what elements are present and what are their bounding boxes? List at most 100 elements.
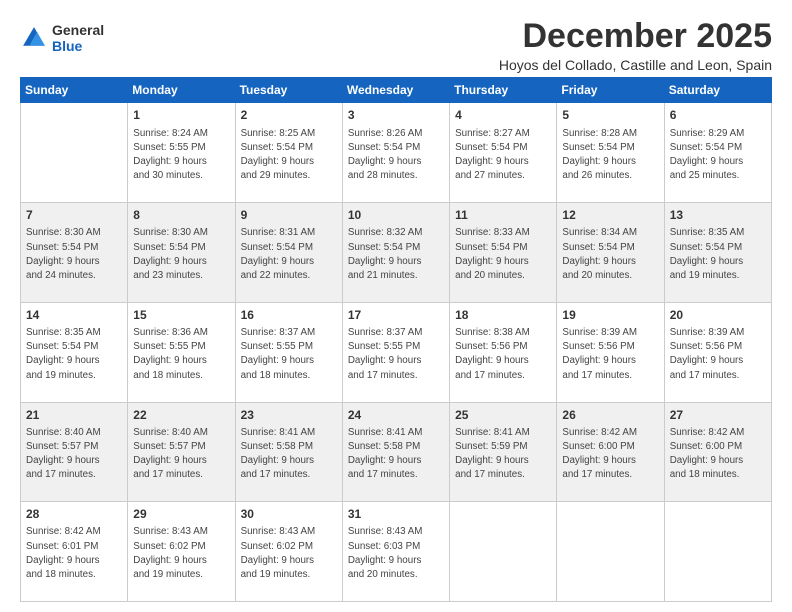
cell-line: Sunset: 5:54 PM bbox=[670, 142, 742, 153]
cell-line: and 18 minutes. bbox=[670, 469, 740, 480]
weekday-header: Monday bbox=[128, 78, 235, 103]
weekday-header: Thursday bbox=[450, 78, 557, 103]
cell-line: Daylight: 9 hours bbox=[133, 455, 207, 466]
cell-line: Sunrise: 8:31 AM bbox=[241, 227, 316, 238]
cell-line: Sunset: 5:54 PM bbox=[562, 142, 634, 153]
cell-line: Sunrise: 8:42 AM bbox=[26, 526, 101, 537]
calendar-table: SundayMondayTuesdayWednesdayThursdayFrid… bbox=[20, 77, 772, 602]
cell-line: Sunset: 5:55 PM bbox=[133, 142, 205, 153]
calendar-cell: 1Sunrise: 8:24 AMSunset: 5:55 PMDaylight… bbox=[128, 103, 235, 203]
day-number: 24 bbox=[348, 407, 444, 423]
cell-line: and 17 minutes. bbox=[241, 469, 311, 480]
cell-line: and 23 minutes. bbox=[133, 270, 203, 281]
cell-line: Daylight: 9 hours bbox=[455, 256, 529, 267]
day-number: 7 bbox=[26, 207, 122, 223]
day-number: 21 bbox=[26, 407, 122, 423]
cell-line: Sunset: 5:59 PM bbox=[455, 441, 527, 452]
cell-line: and 17 minutes. bbox=[562, 370, 632, 381]
cell-line: Sunset: 5:55 PM bbox=[241, 341, 313, 352]
day-number: 20 bbox=[670, 307, 766, 323]
calendar-cell: 25Sunrise: 8:41 AMSunset: 5:59 PMDayligh… bbox=[450, 402, 557, 502]
cell-line: and 19 minutes. bbox=[133, 569, 203, 580]
cell-line: Sunrise: 8:29 AM bbox=[670, 128, 745, 139]
subtitle: Hoyos del Collado, Castille and Leon, Sp… bbox=[499, 57, 772, 73]
cell-line: and 29 minutes. bbox=[241, 170, 311, 181]
calendar-cell: 26Sunrise: 8:42 AMSunset: 6:00 PMDayligh… bbox=[557, 402, 664, 502]
calendar-cell: 28Sunrise: 8:42 AMSunset: 6:01 PMDayligh… bbox=[21, 502, 128, 602]
cell-line: Sunset: 5:54 PM bbox=[26, 242, 98, 253]
cell-line: and 24 minutes. bbox=[26, 270, 96, 281]
cell-line: Sunset: 6:00 PM bbox=[670, 441, 742, 452]
cell-line: Daylight: 9 hours bbox=[348, 256, 422, 267]
cell-line: Sunrise: 8:30 AM bbox=[133, 227, 208, 238]
day-number: 13 bbox=[670, 207, 766, 223]
day-number: 30 bbox=[241, 506, 337, 522]
day-number: 23 bbox=[241, 407, 337, 423]
calendar-cell: 31Sunrise: 8:43 AMSunset: 6:03 PMDayligh… bbox=[342, 502, 449, 602]
cell-line: and 17 minutes. bbox=[348, 370, 418, 381]
cell-line: and 30 minutes. bbox=[133, 170, 203, 181]
cell-line: Sunrise: 8:35 AM bbox=[670, 227, 745, 238]
cell-line: Sunset: 6:02 PM bbox=[133, 541, 205, 552]
cell-line: Sunset: 6:03 PM bbox=[348, 541, 420, 552]
cell-line: Daylight: 9 hours bbox=[241, 156, 315, 167]
calendar-cell: 18Sunrise: 8:38 AMSunset: 5:56 PMDayligh… bbox=[450, 302, 557, 402]
cell-line: Daylight: 9 hours bbox=[348, 555, 422, 566]
calendar-cell: 30Sunrise: 8:43 AMSunset: 6:02 PMDayligh… bbox=[235, 502, 342, 602]
cell-line: Sunset: 6:01 PM bbox=[26, 541, 98, 552]
cell-line: Sunset: 5:54 PM bbox=[241, 242, 313, 253]
cell-line: Sunrise: 8:34 AM bbox=[562, 227, 637, 238]
cell-line: Daylight: 9 hours bbox=[348, 455, 422, 466]
calendar-cell: 17Sunrise: 8:37 AMSunset: 5:55 PMDayligh… bbox=[342, 302, 449, 402]
cell-line: Daylight: 9 hours bbox=[455, 455, 529, 466]
cell-line: Daylight: 9 hours bbox=[241, 256, 315, 267]
cell-line: and 17 minutes. bbox=[455, 370, 525, 381]
day-number: 14 bbox=[26, 307, 122, 323]
cell-line: and 22 minutes. bbox=[241, 270, 311, 281]
day-number: 2 bbox=[241, 107, 337, 123]
day-number: 18 bbox=[455, 307, 551, 323]
cell-line: Daylight: 9 hours bbox=[455, 156, 529, 167]
calendar-cell: 27Sunrise: 8:42 AMSunset: 6:00 PMDayligh… bbox=[664, 402, 771, 502]
day-number: 11 bbox=[455, 207, 551, 223]
cell-line: Sunrise: 8:35 AM bbox=[26, 327, 101, 338]
calendar-cell: 22Sunrise: 8:40 AMSunset: 5:57 PMDayligh… bbox=[128, 402, 235, 502]
cell-line: Sunrise: 8:36 AM bbox=[133, 327, 208, 338]
cell-line: Sunset: 5:54 PM bbox=[241, 142, 313, 153]
day-number: 29 bbox=[133, 506, 229, 522]
day-number: 26 bbox=[562, 407, 658, 423]
logo-icon bbox=[20, 24, 48, 52]
cell-line: Sunrise: 8:30 AM bbox=[26, 227, 101, 238]
cell-line: and 17 minutes. bbox=[562, 469, 632, 480]
day-number: 6 bbox=[670, 107, 766, 123]
cell-line: Sunrise: 8:38 AM bbox=[455, 327, 530, 338]
cell-line: Daylight: 9 hours bbox=[26, 455, 100, 466]
cell-line: Daylight: 9 hours bbox=[241, 555, 315, 566]
cell-line: Sunrise: 8:41 AM bbox=[348, 427, 423, 438]
cell-line: Sunrise: 8:37 AM bbox=[241, 327, 316, 338]
calendar-cell: 20Sunrise: 8:39 AMSunset: 5:56 PMDayligh… bbox=[664, 302, 771, 402]
calendar-cell: 6Sunrise: 8:29 AMSunset: 5:54 PMDaylight… bbox=[664, 103, 771, 203]
day-number: 3 bbox=[348, 107, 444, 123]
cell-line: Daylight: 9 hours bbox=[562, 455, 636, 466]
cell-line: and 19 minutes. bbox=[241, 569, 311, 580]
day-number: 25 bbox=[455, 407, 551, 423]
calendar-cell: 4Sunrise: 8:27 AMSunset: 5:54 PMDaylight… bbox=[450, 103, 557, 203]
cell-line: and 17 minutes. bbox=[455, 469, 525, 480]
header: General Blue December 2025 Hoyos del Col… bbox=[20, 18, 772, 73]
cell-line: Daylight: 9 hours bbox=[26, 355, 100, 366]
day-number: 27 bbox=[670, 407, 766, 423]
day-number: 16 bbox=[241, 307, 337, 323]
cell-line: Sunrise: 8:43 AM bbox=[348, 526, 423, 537]
calendar-cell: 10Sunrise: 8:32 AMSunset: 5:54 PMDayligh… bbox=[342, 203, 449, 303]
cell-line: Sunset: 6:00 PM bbox=[562, 441, 634, 452]
day-number: 4 bbox=[455, 107, 551, 123]
weekday-header: Wednesday bbox=[342, 78, 449, 103]
weekday-header: Saturday bbox=[664, 78, 771, 103]
cell-line: Sunrise: 8:43 AM bbox=[241, 526, 316, 537]
cell-line: Daylight: 9 hours bbox=[26, 256, 100, 267]
cell-line: and 21 minutes. bbox=[348, 270, 418, 281]
calendar-cell: 29Sunrise: 8:43 AMSunset: 6:02 PMDayligh… bbox=[128, 502, 235, 602]
calendar-cell bbox=[21, 103, 128, 203]
calendar-cell bbox=[450, 502, 557, 602]
